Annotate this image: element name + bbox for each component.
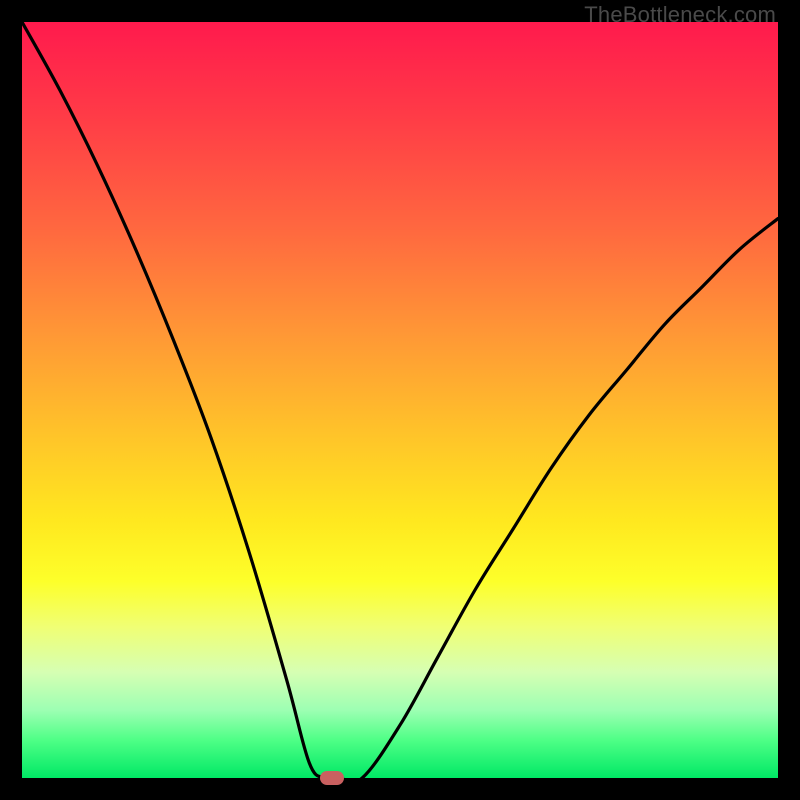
bottleneck-curve — [22, 22, 778, 778]
chart-plot-area — [22, 22, 778, 778]
optimal-point-marker — [320, 771, 344, 785]
watermark-text: TheBottleneck.com — [584, 2, 776, 28]
